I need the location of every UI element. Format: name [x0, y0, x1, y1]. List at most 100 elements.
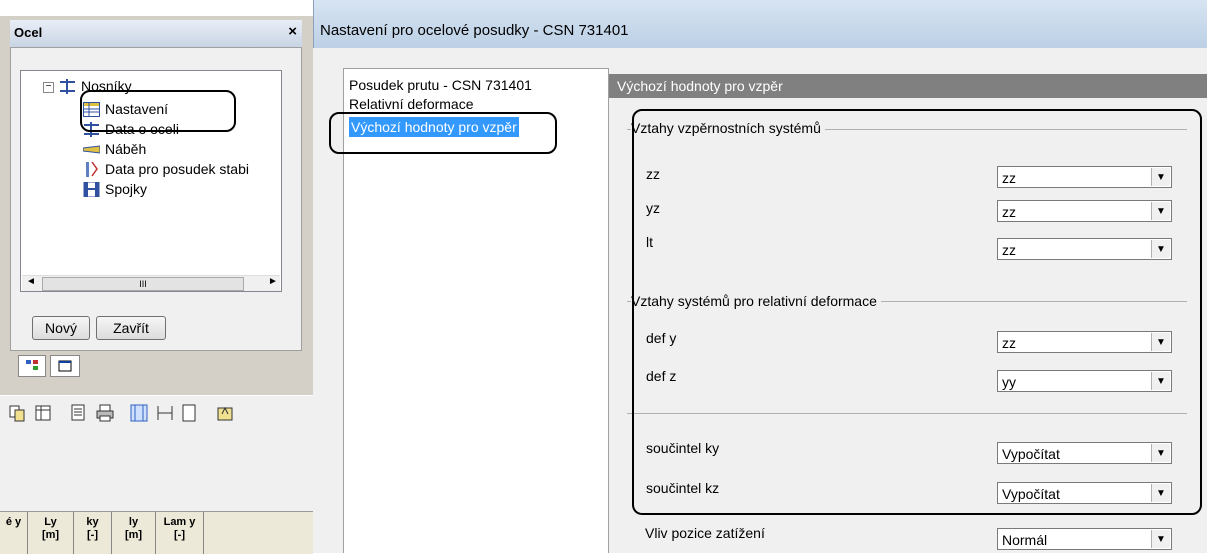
combo-load-position[interactable]: Normál ▼ — [997, 528, 1172, 550]
field-label-def-y: def y — [646, 330, 677, 346]
dropdown-arrow-icon[interactable]: ▼ — [1151, 240, 1170, 258]
column-header[interactable]: Lam y [-] — [156, 512, 204, 554]
panel-tabs — [10, 351, 310, 379]
tree-item-label: Nastavení — [105, 101, 169, 117]
tree-item-nabeh[interactable]: Náběh — [83, 139, 146, 159]
close-icon[interactable]: × — [288, 23, 297, 40]
settings-content: Výchozí hodnoty pro vzpěr Vztahy vzpěrno… — [609, 68, 1207, 553]
combo-value: zz — [1002, 204, 1016, 220]
tree-item-data-o-oceli[interactable]: Data o oceli — [83, 119, 179, 139]
field-label-yz: yz — [646, 200, 660, 216]
column-header[interactable]: ly [m] — [112, 512, 156, 554]
tab-window[interactable] — [50, 355, 80, 377]
toolbar — [0, 395, 313, 432]
nav-item-relativni-deformace[interactable]: Relativní deformace — [349, 94, 474, 114]
dropdown-arrow-icon[interactable]: ▼ — [1151, 444, 1170, 462]
combo-value: Vypočítat — [1002, 486, 1060, 502]
combo-value: yy — [1002, 374, 1016, 390]
column-header-label: ky — [86, 516, 99, 528]
dropdown-arrow-icon[interactable]: ▼ — [1151, 530, 1170, 548]
column-header-label: Ly — [44, 516, 57, 528]
scroll-right-icon[interactable]: ► — [268, 276, 278, 287]
field-label-zz: zz — [646, 166, 660, 182]
settings-nav-list[interactable]: Posudek prutu - CSN 731401 Relativní def… — [343, 68, 609, 553]
column-header-unit: [m] — [124, 529, 143, 541]
combo-lt[interactable]: zz ▼ — [997, 238, 1172, 260]
haunch-icon — [83, 144, 100, 154]
top-strip — [0, 0, 313, 16]
connection-icon — [83, 181, 100, 197]
layout-horizontal-icon[interactable] — [156, 404, 174, 422]
column-header-label: é y — [5, 516, 22, 528]
horizontal-scrollbar[interactable]: ◄ III ► — [22, 275, 280, 291]
nav-item-posudek[interactable]: Posudek prutu - CSN 731401 — [349, 75, 532, 95]
combo-ky[interactable]: Vypočítat ▼ — [997, 442, 1172, 464]
column-header[interactable]: Ly [m] — [28, 512, 74, 554]
tree-view[interactable]: − Nosníky Nastavení Data o oceli Náběh D… — [20, 70, 282, 292]
dropdown-arrow-icon[interactable]: ▼ — [1151, 484, 1170, 502]
combo-kz[interactable]: Vypočítat ▼ — [997, 482, 1172, 504]
scroll-thumb[interactable]: III — [42, 277, 244, 291]
lower-area — [0, 431, 313, 511]
scroll-left-icon[interactable]: ◄ — [26, 276, 36, 287]
ocel-panel-header: Ocel × — [10, 20, 302, 47]
close-button[interactable]: Zavřít — [96, 316, 166, 340]
group-title-relativni: Vztahy systémů pro relativní deformace — [631, 293, 881, 309]
column-header[interactable]: é y — [0, 512, 28, 554]
nav-item-vzper-selected[interactable]: Výchozí hodnoty pro vzpěr — [349, 117, 519, 137]
copy-icon[interactable] — [8, 404, 26, 422]
window-tab-icon — [58, 360, 72, 372]
combo-def-z[interactable]: yy ▼ — [997, 370, 1172, 392]
layout-vertical-icon[interactable] — [130, 404, 148, 422]
tree-item-data-stabilita[interactable]: Data pro posudek stabi — [83, 159, 249, 179]
combo-yz[interactable]: zz ▼ — [997, 200, 1172, 222]
field-label-kz: součintel kz — [646, 480, 720, 496]
column-header-unit: [m] — [41, 529, 60, 541]
beam-icon — [60, 78, 75, 94]
dialog-title: Nastavení pro ocelové posudky - CSN 7314… — [320, 22, 629, 39]
combo-value: zz — [1002, 170, 1016, 186]
tab-tree[interactable] — [18, 355, 46, 377]
combo-value: zz — [1002, 242, 1016, 258]
tree-item-nastaveni[interactable]: Nastavení — [83, 99, 168, 119]
tree-item-spojky[interactable]: Spojky — [83, 179, 147, 199]
tree-item-nosniky[interactable]: Nosníky — [59, 76, 132, 96]
print-icon[interactable] — [96, 404, 114, 422]
dialog-titlebar: Nastavení pro ocelové posudky - CSN 7314… — [313, 0, 1207, 48]
group-title-vzpernostni: Vztahy vzpěrnostních systémů — [631, 120, 825, 136]
column-header-unit: [-] — [174, 529, 185, 541]
column-header-label: Lam y — [163, 516, 196, 528]
table-header: é y Ly [m] ky [-] ly [m] Lam y [-] — [0, 511, 313, 554]
dropdown-arrow-icon[interactable]: ▼ — [1151, 202, 1170, 220]
layout-single-icon[interactable] — [180, 404, 198, 422]
settings-dialog: Nastavení pro ocelové posudky - CSN 7314… — [313, 0, 1207, 553]
stability-icon — [86, 161, 98, 177]
left-panel: Ocel × − Nosníky Nastavení Data o oceli — [0, 0, 313, 554]
report-icon[interactable] — [70, 404, 88, 422]
combo-value: zz — [1002, 335, 1016, 351]
collapse-icon[interactable]: − — [43, 82, 54, 93]
export-icon[interactable] — [216, 404, 234, 422]
group-border — [627, 413, 1187, 414]
field-label-ky: součintel ky — [646, 440, 720, 456]
combo-zz[interactable]: zz ▼ — [997, 166, 1172, 188]
combo-value: Vypočítat — [1002, 446, 1060, 462]
tree-item-label: Data pro posudek stabi — [105, 161, 249, 177]
ocel-panel-title: Ocel — [14, 25, 43, 40]
new-button[interactable]: Nový — [32, 316, 90, 340]
section-header: Výchozí hodnoty pro vzpěr — [609, 74, 1207, 98]
dropdown-arrow-icon[interactable]: ▼ — [1151, 333, 1170, 351]
combo-value: Normál — [1002, 532, 1048, 548]
field-label-lt: lt — [646, 234, 653, 250]
tree-tab-icon — [26, 360, 38, 370]
combo-def-y[interactable]: zz ▼ — [997, 331, 1172, 353]
column-header[interactable]: ky [-] — [74, 512, 112, 554]
settings-table-icon — [83, 101, 100, 117]
dropdown-arrow-icon[interactable]: ▼ — [1151, 372, 1170, 390]
tree-item-label: Náběh — [105, 141, 147, 157]
beam-icon — [84, 121, 99, 137]
field-label-def-z: def z — [646, 368, 677, 384]
column-header-label: ly — [128, 516, 139, 528]
dropdown-arrow-icon[interactable]: ▼ — [1151, 168, 1170, 186]
table-icon[interactable] — [34, 404, 52, 422]
